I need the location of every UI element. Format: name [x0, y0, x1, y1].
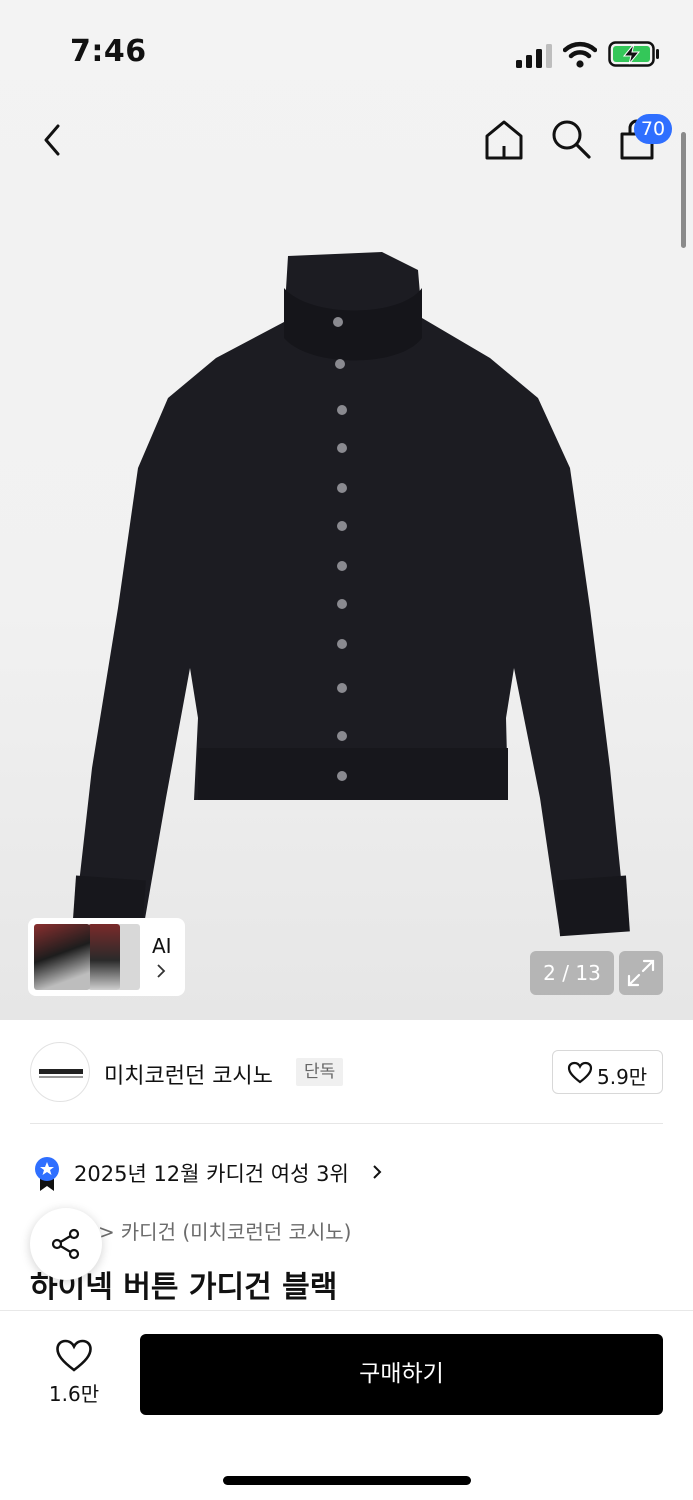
expand-button[interactable] [619, 951, 663, 995]
ai-label: AI [152, 934, 172, 958]
heart-icon [567, 1061, 593, 1084]
brand-like-button[interactable]: 5.9만 [552, 1050, 663, 1094]
wishlist-count: 1.6만 [48, 1382, 100, 1406]
brand-logo[interactable] [30, 1042, 90, 1102]
chevron-right-icon [157, 964, 166, 978]
ai-thumb-1 [34, 924, 90, 990]
cart-count-badge: 70 [634, 114, 672, 144]
share-button[interactable] [30, 1208, 102, 1280]
exclusive-tag: 단독 [296, 1058, 344, 1086]
chevron-right-icon[interactable] [370, 1162, 384, 1182]
cellular-signal-icon [516, 44, 552, 68]
wishlist-button[interactable]: 1.6만 [40, 1334, 108, 1414]
status-bar: 7:46 [0, 0, 693, 100]
home-icon[interactable] [482, 118, 526, 162]
heart-icon [56, 1339, 92, 1372]
home-indicator[interactable] [223, 1476, 471, 1485]
ranking-text[interactable]: 2025년 12월 카디건 여성 3위 [74, 1158, 349, 1188]
brand-name[interactable]: 미치코런던 코시노 [104, 1058, 273, 1090]
breadcrumb-category[interactable]: 카디건 (미치코런던 코시노) [121, 1220, 352, 1244]
product-photo-cardigan[interactable] [70, 248, 630, 938]
expand-icon [627, 959, 655, 987]
brand-logo-mark [39, 1069, 83, 1078]
status-time: 7:46 [70, 34, 147, 69]
ranking-badge-icon [35, 1157, 59, 1191]
product-image-gallery[interactable]: 7:46 70 AI 2 / 13 [0, 0, 693, 1020]
wifi-icon [563, 41, 597, 68]
share-icon [51, 1228, 80, 1260]
brand-like-count: 5.9만 [597, 1065, 648, 1089]
battery-charging-icon [608, 41, 659, 67]
scrollbar[interactable] [681, 132, 686, 248]
back-icon[interactable] [36, 118, 70, 162]
ai-thumb-2 [88, 924, 120, 990]
buy-button[interactable]: 구매하기 [140, 1334, 663, 1415]
search-icon[interactable] [548, 116, 594, 162]
image-counter: 2 / 13 [530, 951, 614, 995]
divider [30, 1123, 663, 1124]
